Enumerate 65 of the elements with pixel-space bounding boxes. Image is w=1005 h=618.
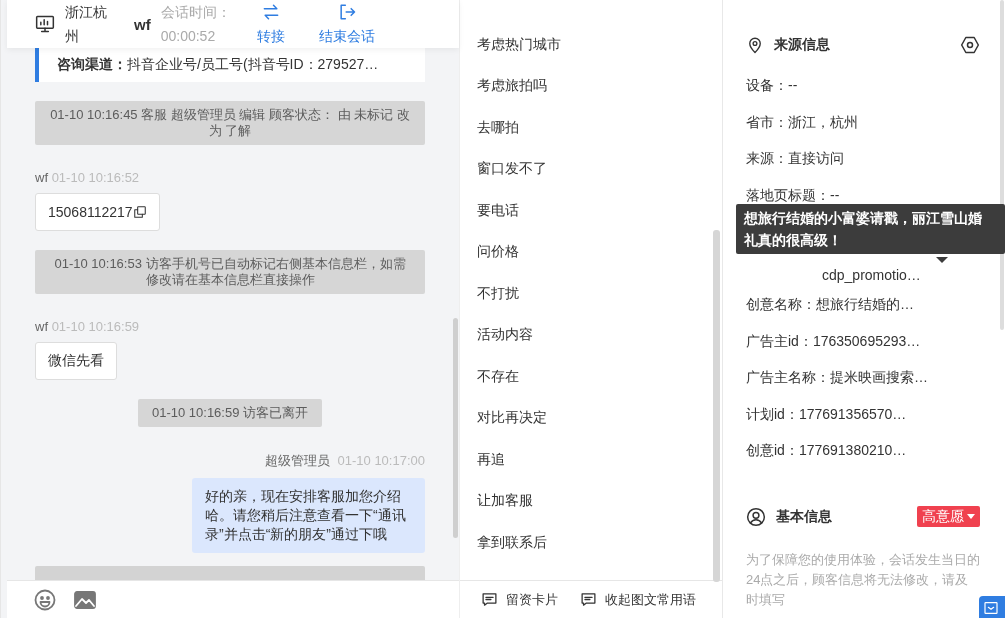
phrase-item[interactable]: 去哪拍 [477,107,519,149]
float-button[interactable] [979,596,1005,618]
info-row-text: 广告主id：176350695293… [746,331,922,351]
phrase-item[interactable]: 让加客服 [477,480,533,522]
phrase-item[interactable]: 不存在 [477,356,519,398]
inbox-icon [983,600,999,616]
message-time: 01-10 10:17:00 [337,453,425,468]
footer-link[interactable]: 收起图文常用语 [580,590,696,609]
settings-icon [960,35,980,55]
system-message: 01-10 10:16:59 访客已离开 [137,399,323,427]
system-message: 01-10 10:16:53 访客手机号已自动标记右侧基本信息栏，如需修改请在基本信息栏直接操作 [35,250,425,294]
message-time: 01-10 10:16:59 [51,319,140,334]
system-message: 01-10 10:16:45 客服 超级管理员 编辑 顾客状态： 由 未标记 改为 了解 [35,101,425,145]
notice-text: 为了保障您的使用体验，会话发生当日的24点之后，顾客信息将无法修改，请及时填写 [746,550,980,609]
session-time: 00:00:52 [160,27,217,46]
message-text: 15068112217 [48,204,133,220]
scrollbar[interactable] [713,230,720,582]
info-row-text: 广告主名称：提米映画搜索… [746,368,929,387]
settings-button[interactable] [960,35,980,55]
phrase-item[interactable]: 拿到联系后 [477,522,547,564]
message-bubble: 好的亲，现在安排客服加您介绍哈。请您稍后注意查看一下“通讯录”并点击“新的朋友”通过下哦 [192,478,425,553]
intent-dropdown[interactable]: 高意愿 [917,506,980,527]
info-value: cdp_promotio… [822,266,921,285]
phrase-item[interactable]: 不打扰 [477,273,519,315]
location-pin-icon [746,36,764,54]
phrase-item[interactable]: 问价格 [477,231,519,273]
phrase-item[interactable]: 要电话 [477,190,519,232]
caret-icon [967,512,975,521]
smiley-icon [33,587,57,612]
visitor-location: 浙江杭州 [65,3,108,46]
comment-icon [481,591,498,608]
sender-name: wf [35,170,48,185]
copy-icon [132,205,147,219]
channel-info: 咨询渠道：抖音企业号/员工号(抖音号ID：279527… [35,48,425,82]
tooltip: 想旅行结婚的小富婆请戳，丽江雪山婚礼真的很高级！ [736,204,1005,254]
message-text: 微信先看 [48,352,104,370]
comment-icon [580,591,597,608]
phrase-item[interactable]: 对比再决定 [477,397,547,439]
end-button[interactable]: 结束会话 [318,2,375,46]
section-title: 来源信息 [774,36,830,54]
footer-link[interactable]: 留资卡片 [481,590,558,609]
info-row-text: 省市：浙江，杭州 [746,112,859,132]
phrase-item[interactable]: 活动内容 [477,314,533,356]
phrase-item[interactable]: 考虑旅拍吗 [477,65,547,107]
sender-name: wf [35,319,48,334]
info-row-text: 创意名称：想旅行结婚的… [746,295,915,314]
info-row-text: 设备：-- [746,76,799,95]
sender-name: 超级管理员 [265,453,331,468]
phrase-item[interactable]: 再追 [477,439,505,481]
section-title: 基本信息 [776,507,832,526]
tooltip-arrow [936,257,948,263]
phrase-item[interactable]: 考虑热门城市 [477,24,561,66]
scrollbar[interactable] [453,318,458,538]
emoji-button[interactable] [33,587,57,612]
info-row-text: 计划id：177691356570… [746,404,908,424]
visitor-name: wf [134,15,151,33]
phrase-item[interactable]: 窗口发不了 [477,148,547,190]
info-row-text: 创意id：177691380210… [746,441,908,460]
transfer-button[interactable]: 转接 [256,2,285,46]
scrollbar[interactable] [1000,0,1004,330]
message-time: 01-10 10:16:52 [51,170,140,185]
session-label: 会话时间： [160,3,231,22]
info-row-text: 来源：直接访问 [746,149,845,168]
user-circle-icon [746,506,766,527]
monitor-icon [35,14,55,34]
